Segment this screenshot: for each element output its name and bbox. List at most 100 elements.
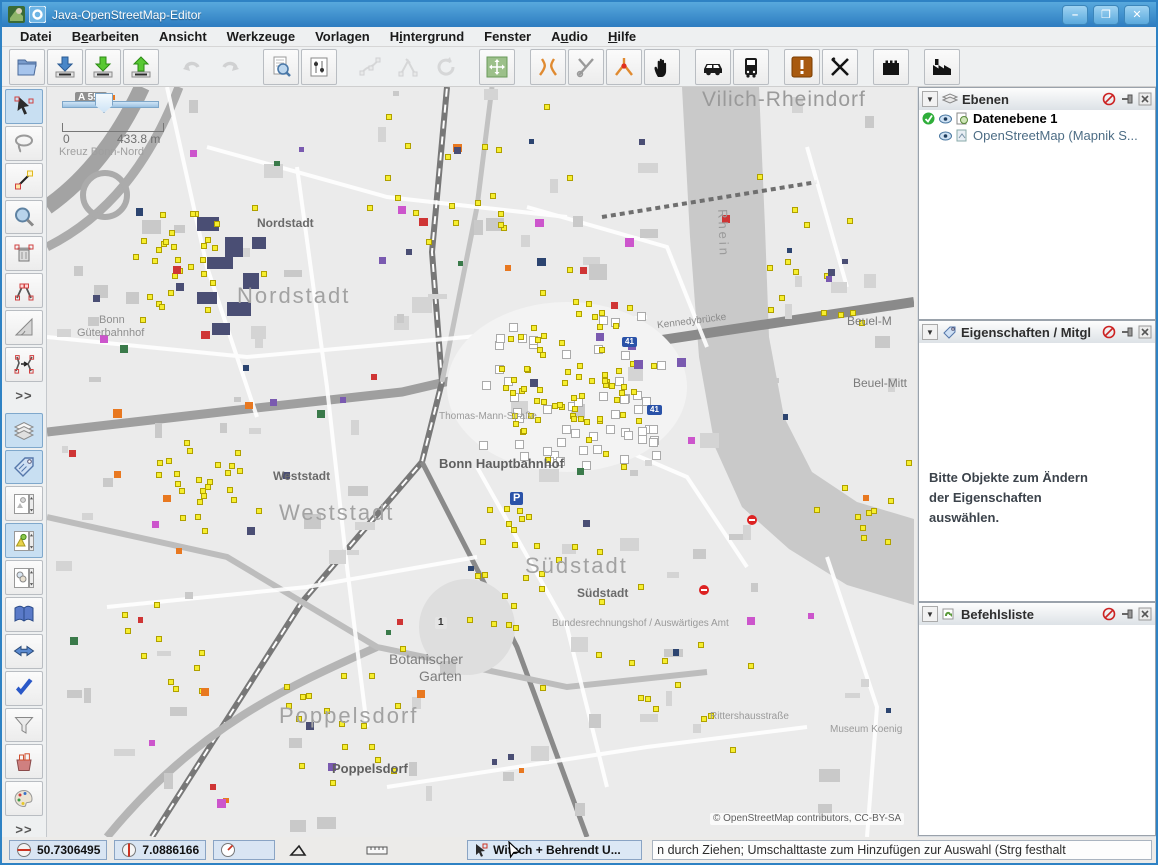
merge-ways-icon	[12, 352, 36, 376]
title-bar[interactable]: Java-OpenStreetMap-Editor – ❐ ✕	[2, 2, 1156, 27]
maximize-button[interactable]: ❐	[1093, 5, 1119, 25]
close-dialog-icon[interactable]	[1138, 92, 1152, 106]
poi-icon	[243, 365, 249, 371]
delete-tool-button[interactable]	[5, 236, 43, 271]
collapse-icon[interactable]: ▼	[922, 606, 938, 622]
search-preferences-button[interactable]	[263, 49, 299, 85]
layers-tool-button[interactable]	[5, 413, 43, 448]
warning-button[interactable]	[784, 49, 820, 85]
membership-tool-button[interactable]	[5, 560, 43, 595]
hand-icon	[650, 55, 674, 79]
hide-dialog-icon[interactable]	[1102, 325, 1116, 339]
layer-row-imagery[interactable]: OpenStreetMap (Mapnik S...	[919, 127, 1155, 144]
map-styles-tool-button[interactable]	[5, 781, 43, 816]
toggle-dialogs-button[interactable]	[301, 49, 337, 85]
layer-active-check-icon[interactable]	[922, 112, 935, 125]
split-way-button[interactable]	[530, 49, 566, 85]
open-button[interactable]	[9, 49, 45, 85]
zoom-tool-button[interactable]	[5, 200, 43, 235]
menu-item-datei[interactable]: Datei	[10, 29, 62, 44]
hide-dialog-icon[interactable]	[1102, 92, 1116, 106]
save-button[interactable]	[47, 49, 83, 85]
castle-button[interactable]	[873, 49, 909, 85]
building	[785, 304, 792, 319]
unglue-button[interactable]	[606, 49, 642, 85]
map-canvas[interactable]: Vilich-RheindorfKreuz Bonn-NordNordstadt…	[47, 87, 914, 837]
data-node	[169, 230, 175, 236]
lasso-tool-button[interactable]	[5, 126, 43, 161]
layer-visible-eye-icon[interactable]	[939, 131, 952, 141]
building	[693, 549, 706, 559]
layers-panel-header[interactable]: ▼ Ebenen	[919, 88, 1155, 111]
layer-row-data[interactable]: Datenebene 1	[919, 110, 1155, 127]
close-button[interactable]: ✕	[1124, 5, 1150, 25]
select-tool-button[interactable]	[5, 89, 43, 124]
car-button[interactable]	[695, 49, 731, 85]
merge-ways-tool-button[interactable]	[5, 347, 43, 382]
poi-box	[621, 351, 630, 360]
more-dialogs-button[interactable]: >>	[15, 822, 32, 837]
building	[351, 420, 359, 435]
restaurant-button[interactable]	[822, 49, 858, 85]
menu-item-vorlagen[interactable]: Vorlagen	[305, 29, 380, 44]
menu-item-audio[interactable]: Audio	[541, 29, 598, 44]
data-node	[596, 652, 602, 658]
poi-icon	[530, 379, 538, 387]
data-node	[576, 374, 582, 380]
validator-tool-button[interactable]	[5, 671, 43, 706]
poi-icon	[535, 219, 543, 227]
data-node	[491, 621, 497, 627]
relation-list-tool-button[interactable]	[5, 486, 43, 521]
stick-dialog-icon[interactable]	[1120, 325, 1134, 339]
data-node	[299, 763, 305, 769]
selection-list-tool-button[interactable]	[5, 523, 43, 558]
conflict-tool-button[interactable]	[5, 634, 43, 669]
draw-node-tool-button[interactable]	[5, 163, 43, 198]
properties-empty-message: Bitte Objekte zum Ändern der Eigenschaft…	[929, 468, 1088, 528]
close-dialog-icon[interactable]	[1138, 607, 1152, 621]
hide-dialog-icon[interactable]	[1102, 607, 1116, 621]
stick-dialog-icon[interactable]	[1120, 92, 1134, 106]
poi-box	[479, 441, 488, 450]
close-dialog-icon[interactable]	[1138, 325, 1152, 339]
layer-visible-eye-icon[interactable]	[939, 114, 952, 124]
data-node	[180, 515, 186, 521]
building	[114, 749, 135, 757]
menu-item-bearbeiten[interactable]: Bearbeiten	[62, 29, 149, 44]
building	[743, 525, 750, 540]
menu-item-hilfe[interactable]: Hilfe	[598, 29, 646, 44]
minimize-button[interactable]: –	[1062, 5, 1088, 25]
more-tools-button[interactable]: >>	[15, 388, 32, 403]
properties-panel-header[interactable]: ▼ Eigenschaften / Mitgl	[919, 321, 1155, 344]
command-stack-tool-button[interactable]	[5, 597, 43, 632]
command-stack-header[interactable]: ▼ Befehlsliste	[919, 603, 1155, 626]
menu-item-hintergrund[interactable]: Hintergrund	[380, 29, 474, 44]
menu-item-fenster[interactable]: Fenster	[474, 29, 541, 44]
angle-tool-button[interactable]	[5, 310, 43, 345]
stick-dialog-icon[interactable]	[1120, 607, 1134, 621]
menu-item-ansicht[interactable]: Ansicht	[149, 29, 217, 44]
data-node	[567, 175, 573, 181]
move-map-button[interactable]	[479, 49, 515, 85]
download-button[interactable]	[85, 49, 121, 85]
command-stack-icon	[12, 602, 36, 626]
tags-tool-button[interactable]	[5, 450, 43, 485]
changeset-tool-button[interactable]	[5, 744, 43, 779]
data-node	[202, 528, 208, 534]
data-node	[467, 617, 473, 623]
collapse-icon[interactable]: ▼	[922, 324, 938, 340]
bus-button[interactable]	[733, 49, 769, 85]
upload-button[interactable]	[123, 49, 159, 85]
works-button[interactable]	[924, 49, 960, 85]
hand-button[interactable]	[644, 49, 680, 85]
redo-button	[212, 49, 248, 85]
collapse-icon[interactable]: ▼	[922, 91, 938, 107]
menu-item-werkzeuge[interactable]: Werkzeuge	[217, 29, 305, 44]
reverse-way-button	[390, 49, 426, 85]
filter-tool-button[interactable]	[5, 708, 43, 743]
data-node	[586, 301, 592, 307]
building	[697, 279, 704, 286]
cut-way-button[interactable]	[568, 49, 604, 85]
data-node	[171, 244, 177, 250]
unglue-node-tool-button[interactable]	[5, 273, 43, 308]
